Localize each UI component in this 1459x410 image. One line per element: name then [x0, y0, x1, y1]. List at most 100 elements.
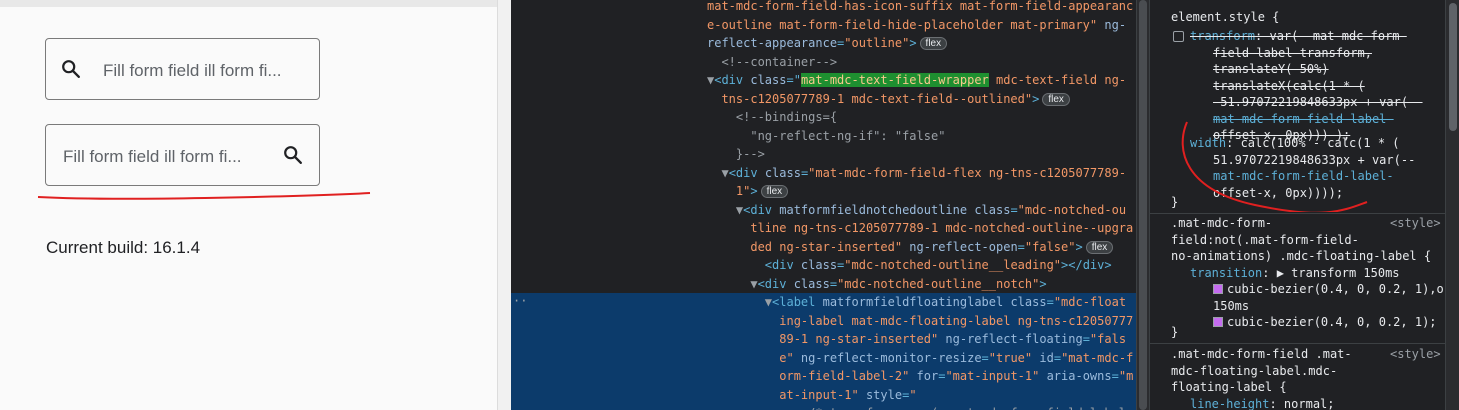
easing-editor-icon[interactable]: [1213, 317, 1223, 327]
transition-declaration[interactable]: transition: ▶ transform 150ms: [1190, 265, 1400, 282]
width-declaration[interactable]: width: calc(100% - calc(1 * (: [1190, 135, 1400, 152]
selected-node-dots[interactable]: ··: [513, 292, 527, 311]
dom-node-line[interactable]: ing-label mat-mdc-floating-label ng-tns-…: [511, 311, 1136, 330]
dom-token: <div: [714, 73, 751, 87]
styles-scroll-thumb[interactable]: [1449, 3, 1457, 131]
transition-val: : ▶ transform 150ms: [1262, 265, 1400, 280]
dom-node-line[interactable]: ▼<div matformfieldnotchedoutline class="…: [511, 201, 1136, 220]
dom-node-line[interactable]: ▼<div class="mdc-notched-outline__notch"…: [511, 275, 1136, 294]
dom-token: class: [800, 258, 838, 272]
dom-node-line[interactable]: 1"> flex: [511, 182, 1136, 201]
dom-token[interactable]: ▼: [707, 166, 728, 180]
dom-token: /* transform: var(--mat-mdc-form-field-l…: [707, 406, 1126, 410]
dom-token[interactable]: ▼: [707, 203, 743, 217]
line-height-declaration[interactable]: line-height: normal;: [1190, 396, 1335, 410]
elements-scroll-thumb[interactable]: [1139, 0, 1147, 410]
devtools-styles-panel[interactable]: element.style { transform: var(--mat-mdc…: [1149, 0, 1459, 410]
dom-node-line[interactable]: mat-mdc-form-field-has-icon-suffix mat-f…: [511, 0, 1136, 16]
rule2-source-link[interactable]: <style>: [1390, 215, 1441, 232]
dom-token: ng-reflect-monitor-resize: [793, 350, 982, 365]
transform-val-3: translateX(calc(1 * (: [1213, 78, 1365, 93]
search-icon: [62, 60, 80, 78]
dom-token: class: [793, 276, 830, 291]
line-height-prop: line-height: [1190, 396, 1270, 410]
property-checkbox[interactable]: [1173, 31, 1184, 42]
width-prop: width: [1190, 136, 1227, 150]
dom-node-line[interactable]: <!--container-->: [511, 53, 1136, 72]
dom-node-line[interactable]: e" ng-reflect-monitor-resize="true" id="…: [511, 348, 1136, 367]
dom-token[interactable]: ▼: [707, 295, 772, 309]
flex-badge[interactable]: flex: [919, 37, 948, 50]
dom-node-line[interactable]: e-outline mat-form-field-hide-placeholde…: [511, 16, 1136, 35]
rule3-selector-2[interactable]: floating-label {: [1171, 379, 1287, 396]
dom-token: =": [786, 73, 801, 87]
dom-token: mat-mdc-form-field-has-icon-suffix mat-f…: [707, 0, 1134, 13]
rule3-selector-0[interactable]: .mat-mdc-form-field .mat-: [1171, 346, 1352, 363]
dom-node-line[interactable]: "ng-reflect-ng-if": "false": [511, 127, 1136, 146]
dom-token: 89-1 ng-star-inserted": [707, 332, 939, 346]
dom-token: "true": [988, 350, 1033, 365]
transform-declaration[interactable]: transform: var(--mat-mdc-form-: [1190, 28, 1407, 45]
width-val-3: offset-x, 0px))));: [1213, 185, 1344, 200]
dom-node-line[interactable]: tline ng-tns-c1205077789-1 mdc-notched-o…: [511, 219, 1136, 238]
dom-node-line[interactable]: reflect-appearance="outline"> flex: [511, 34, 1136, 53]
width-val-0: : calc(100% - calc(1 * (: [1226, 136, 1400, 150]
dom-token: style: [858, 387, 903, 402]
dom-token: "outline": [844, 36, 910, 50]
dom-token: =: [981, 350, 989, 365]
dom-token[interactable]: ▼: [707, 277, 757, 291]
dom-node-line[interactable]: ▼<div class="mat-mdc-form-field-flex ng-…: [511, 164, 1136, 183]
dom-token: reflect-appearance: [707, 36, 838, 50]
search-input-placeholder[interactable]: Fill form field ill form fi...: [63, 147, 270, 167]
line-height-val: : normal;: [1269, 396, 1335, 410]
dom-token: =: [1053, 350, 1062, 365]
page-scrollbar[interactable]: [497, 0, 511, 410]
dom-token: at-input-1": [707, 387, 859, 402]
search-icon: [284, 146, 302, 164]
rule2-selector-2[interactable]: no-animations) .mdc-floating-label {: [1171, 248, 1431, 265]
rule3-source-link[interactable]: <style>: [1390, 346, 1441, 363]
dom-token: "false": [1024, 239, 1076, 254]
dom-node-line[interactable]: }-->: [511, 145, 1136, 164]
transition-prop: transition: [1190, 265, 1263, 280]
flex-badge[interactable]: flex: [760, 185, 789, 198]
dom-token: matformfieldfloatinglabel class: [822, 295, 1047, 309]
dom-node-line[interactable]: /* transform: var(--mat-mdc-form-field-l…: [511, 404, 1136, 410]
dom-token: <!--bindings={: [707, 110, 838, 124]
styles-scrollbar[interactable]: [1445, 0, 1459, 410]
dom-token: ded ng-star-inserted": [707, 239, 903, 254]
flex-badge[interactable]: flex: [1042, 92, 1070, 106]
search-input-placeholder[interactable]: Fill form field ill form fi...: [103, 61, 308, 81]
easing-editor-icon[interactable]: [1213, 284, 1223, 294]
dom-token: "mat-input-1": [945, 369, 1040, 383]
dom-node-line[interactable]: <!--bindings={: [511, 108, 1136, 127]
rule2-selector-0[interactable]: .mat-mdc-form-: [1171, 215, 1272, 232]
elements-scrollbar[interactable]: [1136, 0, 1149, 410]
dom-node-line[interactable]: ded ng-star-inserted" ng-reflect-open="f…: [511, 238, 1136, 257]
dom-token: <label: [772, 295, 823, 309]
dom-node-line[interactable]: <div class="mdc-notched-outline__leading…: [511, 256, 1136, 275]
build-version-text: Current build: 16.1.4: [46, 238, 201, 257]
dom-token: "mdc-notched-outline__notch": [837, 276, 1040, 291]
rule3-selector-1[interactable]: mdc-floating-label.mdc-: [1171, 363, 1337, 380]
flex-badge[interactable]: flex: [1085, 240, 1114, 254]
rule-close-brace: }: [1171, 195, 1179, 209]
dom-token: <!--container-->: [707, 54, 838, 69]
transition-line-0: cubic-bezier(0.4, 0, 0.2, 1),o: [1227, 282, 1444, 296]
dom-token: "mdc-notched-outline__leading": [844, 258, 1062, 272]
dom-node-line[interactable]: orm-field-label-2" for = "mat-input-1" ari…: [511, 367, 1136, 386]
dom-token: for: [909, 369, 939, 383]
search-field-prefix-icon[interactable]: Fill form field ill form fi...: [45, 38, 320, 100]
devtools-elements-panel[interactable]: mat-mdc-form-field-has-icon-suffix mat-f…: [511, 0, 1149, 410]
dom-token: orm-field-label-2": [707, 369, 910, 383]
dom-token: e": [707, 350, 794, 365]
dom-node-line[interactable]: ▼<div class="mat-mdc-text-field-wrapper …: [511, 71, 1136, 90]
search-field-suffix-icon[interactable]: Fill form field ill form fi...: [45, 124, 320, 186]
dom-node-line[interactable]: at-input-1" style=": [511, 385, 1136, 404]
rule2-selector-1[interactable]: field:not(.mat-form-field-: [1171, 232, 1359, 249]
dom-node-line[interactable]: ▼<label matformfieldfloatinglabel class=…: [511, 293, 1136, 312]
dom-node-line[interactable]: tns-c1205077789-1 mdc-text-field--outlin…: [511, 90, 1136, 109]
width-val-2: mat-mdc-form-field-label-: [1213, 169, 1394, 183]
dom-token: "mat-mdc-f: [1061, 350, 1134, 365]
dom-node-line[interactable]: 89-1 ng-star-inserted" ng-reflect-floati…: [511, 330, 1136, 349]
